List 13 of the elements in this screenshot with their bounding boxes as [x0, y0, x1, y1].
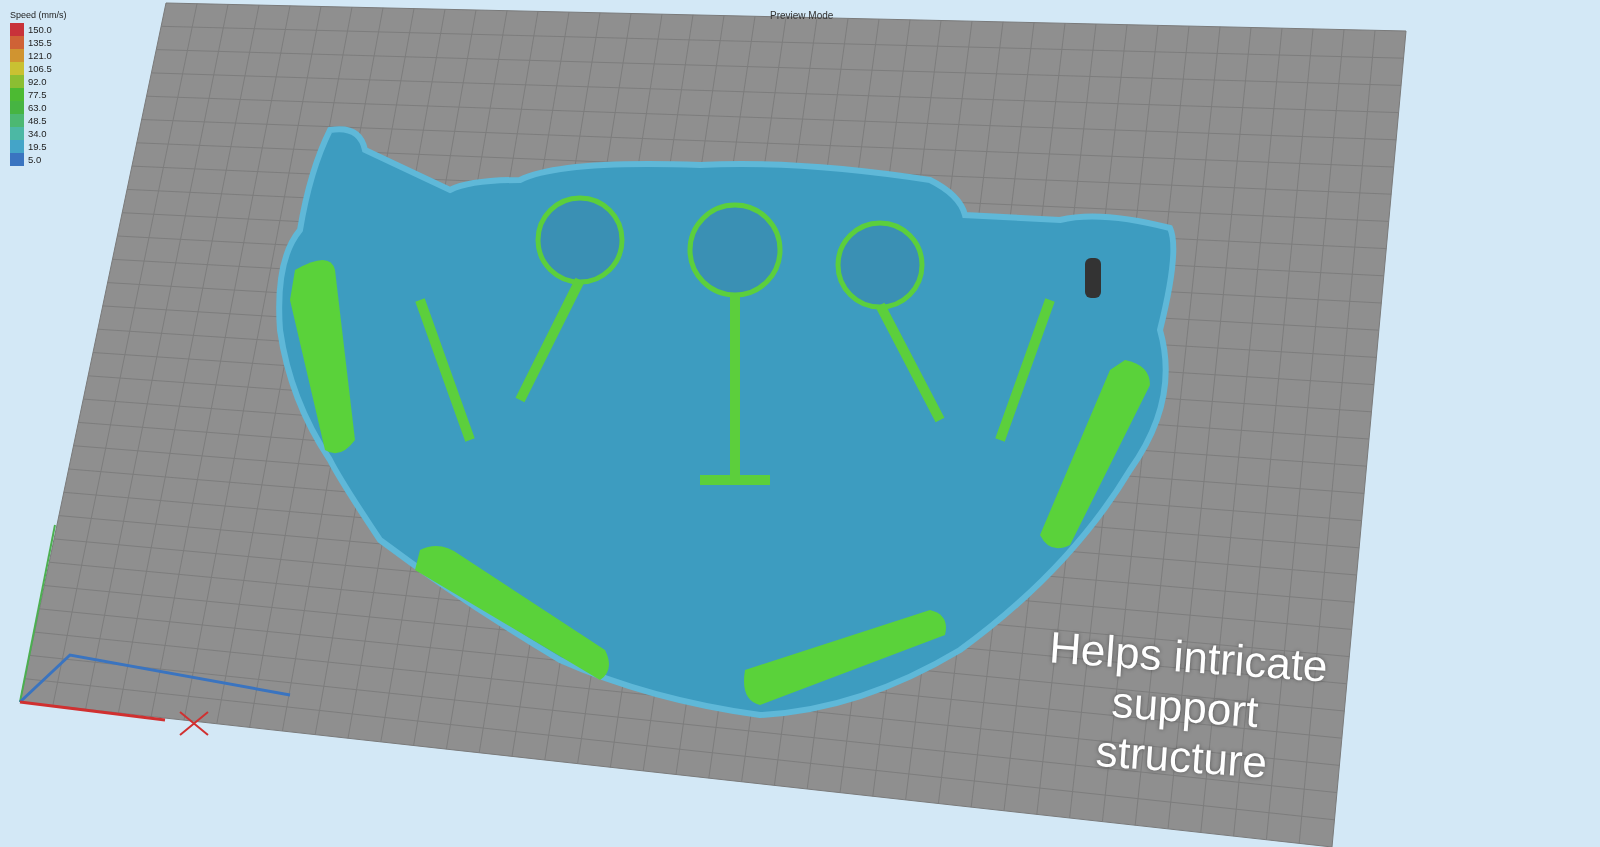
legend-label: 135.5 [28, 37, 52, 48]
legend-label: 19.5 [28, 141, 47, 152]
legend-label: 48.5 [28, 115, 47, 126]
caption-text: Helps intricate support structure [1046, 622, 1331, 789]
legend-label: 34.0 [28, 128, 47, 139]
legend-title: Speed (mm/s) [10, 10, 67, 20]
legend-label: 5.0 [28, 154, 42, 165]
legend-label: 92.0 [28, 76, 47, 87]
legend-label: 77.5 [28, 89, 47, 100]
legend-label: 106.5 [28, 63, 52, 74]
legend-label: 150.0 [28, 24, 52, 35]
legend-label: 121.0 [28, 50, 52, 61]
legend-label: 63.0 [28, 102, 47, 113]
